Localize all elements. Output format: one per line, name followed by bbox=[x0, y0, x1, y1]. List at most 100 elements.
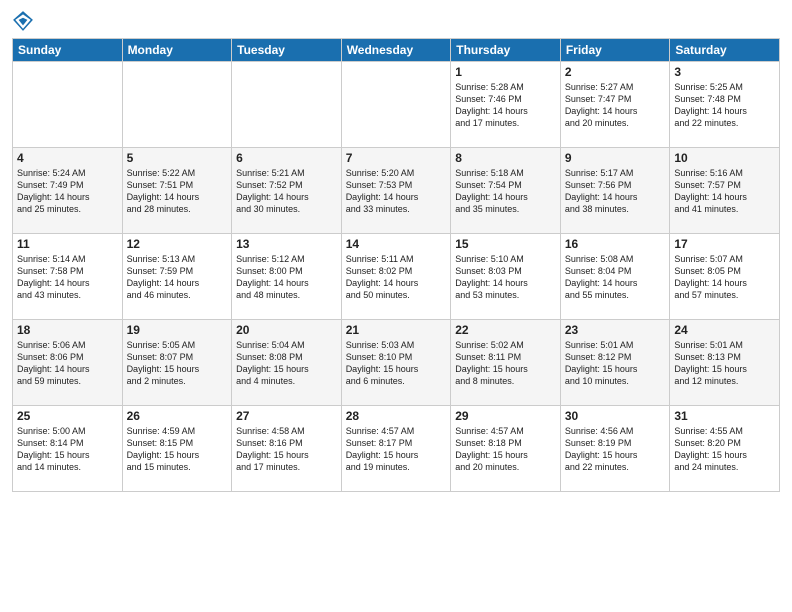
weekday-header-thursday: Thursday bbox=[451, 39, 561, 62]
calendar-body: 1 Sunrise: 5:28 AM Sunset: 7:46 PM Daylig… bbox=[13, 62, 780, 492]
day-number: 31 bbox=[674, 409, 775, 423]
day-info: Sunrise: 5:10 AM Sunset: 8:03 PM Dayligh… bbox=[455, 253, 556, 302]
day-info: Sunrise: 5:24 AM Sunset: 7:49 PM Dayligh… bbox=[17, 167, 118, 216]
calendar-cell: 7 Sunrise: 5:20 AM Sunset: 7:53 PM Daylig… bbox=[341, 148, 451, 234]
day-number: 11 bbox=[17, 237, 118, 251]
day-number: 13 bbox=[236, 237, 337, 251]
calendar-cell: 22 Sunrise: 5:02 AM Sunset: 8:11 PM Dayli… bbox=[451, 320, 561, 406]
day-number: 26 bbox=[127, 409, 228, 423]
day-number: 29 bbox=[455, 409, 556, 423]
calendar-cell: 15 Sunrise: 5:10 AM Sunset: 8:03 PM Dayli… bbox=[451, 234, 561, 320]
day-info: Sunrise: 4:58 AM Sunset: 8:16 PM Dayligh… bbox=[236, 425, 337, 474]
day-number: 2 bbox=[565, 65, 666, 79]
calendar-table: SundayMondayTuesdayWednesdayThursdayFrid… bbox=[12, 38, 780, 492]
day-number: 4 bbox=[17, 151, 118, 165]
day-number: 30 bbox=[565, 409, 666, 423]
page-container: SundayMondayTuesdayWednesdayThursdayFrid… bbox=[0, 0, 792, 612]
day-info: Sunrise: 5:17 AM Sunset: 7:56 PM Dayligh… bbox=[565, 167, 666, 216]
day-number: 3 bbox=[674, 65, 775, 79]
calendar-cell: 1 Sunrise: 5:28 AM Sunset: 7:46 PM Daylig… bbox=[451, 62, 561, 148]
calendar-cell bbox=[122, 62, 232, 148]
weekday-header-tuesday: Tuesday bbox=[232, 39, 342, 62]
calendar-cell: 26 Sunrise: 4:59 AM Sunset: 8:15 PM Dayli… bbox=[122, 406, 232, 492]
calendar-cell: 13Sunrise: 5:12 AM Sunset: 8:00 PM Dayli… bbox=[232, 234, 342, 320]
day-info: Sunrise: 5:11 AM Sunset: 8:02 PM Dayligh… bbox=[346, 253, 447, 302]
logo bbox=[12, 10, 36, 32]
calendar-cell: 3 Sunrise: 5:25 AM Sunset: 7:48 PM Daylig… bbox=[670, 62, 780, 148]
day-info: Sunrise: 5:28 AM Sunset: 7:46 PM Dayligh… bbox=[455, 81, 556, 130]
day-info: Sunrise: 5:20 AM Sunset: 7:53 PM Dayligh… bbox=[346, 167, 447, 216]
calendar-cell: 20 Sunrise: 5:04 AM Sunset: 8:08 PM Dayli… bbox=[232, 320, 342, 406]
calendar-cell: 9Sunrise: 5:17 AM Sunset: 7:56 PM Daylig… bbox=[560, 148, 670, 234]
day-info: Sunrise: 4:59 AM Sunset: 8:15 PM Dayligh… bbox=[127, 425, 228, 474]
day-info: Sunrise: 5:01 AM Sunset: 8:13 PM Dayligh… bbox=[674, 339, 775, 388]
calendar-cell: 19 Sunrise: 5:05 AM Sunset: 8:07 PM Dayli… bbox=[122, 320, 232, 406]
day-number: 24 bbox=[674, 323, 775, 337]
calendar-week-4: 18 Sunrise: 5:06 AM Sunset: 8:06 PM Dayli… bbox=[13, 320, 780, 406]
calendar-week-1: 1 Sunrise: 5:28 AM Sunset: 7:46 PM Daylig… bbox=[13, 62, 780, 148]
day-info: Sunrise: 5:14 AM Sunset: 7:58 PM Dayligh… bbox=[17, 253, 118, 302]
day-number: 14 bbox=[346, 237, 447, 251]
day-number: 7 bbox=[346, 151, 447, 165]
calendar-cell: 27Sunrise: 4:58 AM Sunset: 8:16 PM Dayli… bbox=[232, 406, 342, 492]
day-number: 28 bbox=[346, 409, 447, 423]
day-number: 18 bbox=[17, 323, 118, 337]
day-info: Sunrise: 5:16 AM Sunset: 7:57 PM Dayligh… bbox=[674, 167, 775, 216]
weekday-header-friday: Friday bbox=[560, 39, 670, 62]
weekday-header-saturday: Saturday bbox=[670, 39, 780, 62]
day-number: 10 bbox=[674, 151, 775, 165]
day-number: 20 bbox=[236, 323, 337, 337]
calendar-cell bbox=[232, 62, 342, 148]
day-info: Sunrise: 4:56 AM Sunset: 8:19 PM Dayligh… bbox=[565, 425, 666, 474]
calendar-cell: 11 Sunrise: 5:14 AM Sunset: 7:58 PM Dayli… bbox=[13, 234, 123, 320]
calendar-cell bbox=[341, 62, 451, 148]
day-number: 8 bbox=[455, 151, 556, 165]
logo-icon bbox=[12, 10, 34, 32]
calendar-cell: 10 Sunrise: 5:16 AM Sunset: 7:57 PM Dayli… bbox=[670, 148, 780, 234]
day-info: Sunrise: 5:08 AM Sunset: 8:04 PM Dayligh… bbox=[565, 253, 666, 302]
day-info: Sunrise: 5:13 AM Sunset: 7:59 PM Dayligh… bbox=[127, 253, 228, 302]
day-number: 19 bbox=[127, 323, 228, 337]
day-info: Sunrise: 5:07 AM Sunset: 8:05 PM Dayligh… bbox=[674, 253, 775, 302]
weekday-header-row: SundayMondayTuesdayWednesdayThursdayFrid… bbox=[13, 39, 780, 62]
weekday-header-sunday: Sunday bbox=[13, 39, 123, 62]
day-info: Sunrise: 5:01 AM Sunset: 8:12 PM Dayligh… bbox=[565, 339, 666, 388]
calendar-cell: 24 Sunrise: 5:01 AM Sunset: 8:13 PM Dayli… bbox=[670, 320, 780, 406]
day-number: 16 bbox=[565, 237, 666, 251]
weekday-header-monday: Monday bbox=[122, 39, 232, 62]
day-number: 6 bbox=[236, 151, 337, 165]
day-info: Sunrise: 5:06 AM Sunset: 8:06 PM Dayligh… bbox=[17, 339, 118, 388]
day-info: Sunrise: 4:57 AM Sunset: 8:18 PM Dayligh… bbox=[455, 425, 556, 474]
day-info: Sunrise: 5:00 AM Sunset: 8:14 PM Dayligh… bbox=[17, 425, 118, 474]
calendar-cell: 8 Sunrise: 5:18 AM Sunset: 7:54 PM Daylig… bbox=[451, 148, 561, 234]
calendar-cell: 30 Sunrise: 4:56 AM Sunset: 8:19 PM Dayli… bbox=[560, 406, 670, 492]
day-info: Sunrise: 5:21 AM Sunset: 7:52 PM Dayligh… bbox=[236, 167, 337, 216]
day-number: 1 bbox=[455, 65, 556, 79]
day-number: 25 bbox=[17, 409, 118, 423]
day-info: Sunrise: 5:05 AM Sunset: 8:07 PM Dayligh… bbox=[127, 339, 228, 388]
calendar-cell bbox=[13, 62, 123, 148]
day-number: 17 bbox=[674, 237, 775, 251]
day-number: 15 bbox=[455, 237, 556, 251]
calendar-week-2: 4 Sunrise: 5:24 AM Sunset: 7:49 PM Daylig… bbox=[13, 148, 780, 234]
day-info: Sunrise: 5:27 AM Sunset: 7:47 PM Dayligh… bbox=[565, 81, 666, 130]
calendar-cell: 2 Sunrise: 5:27 AM Sunset: 7:47 PM Daylig… bbox=[560, 62, 670, 148]
day-info: Sunrise: 4:55 AM Sunset: 8:20 PM Dayligh… bbox=[674, 425, 775, 474]
day-number: 22 bbox=[455, 323, 556, 337]
day-info: Sunrise: 5:02 AM Sunset: 8:11 PM Dayligh… bbox=[455, 339, 556, 388]
calendar-week-3: 11 Sunrise: 5:14 AM Sunset: 7:58 PM Dayli… bbox=[13, 234, 780, 320]
calendar-cell: 4 Sunrise: 5:24 AM Sunset: 7:49 PM Daylig… bbox=[13, 148, 123, 234]
day-info: Sunrise: 5:04 AM Sunset: 8:08 PM Dayligh… bbox=[236, 339, 337, 388]
calendar-cell: 28Sunrise: 4:57 AM Sunset: 8:17 PM Dayli… bbox=[341, 406, 451, 492]
day-number: 21 bbox=[346, 323, 447, 337]
calendar-cell: 5Sunrise: 5:22 AM Sunset: 7:51 PM Daylig… bbox=[122, 148, 232, 234]
calendar-cell: 16 Sunrise: 5:08 AM Sunset: 8:04 PM Dayli… bbox=[560, 234, 670, 320]
calendar-week-5: 25 Sunrise: 5:00 AM Sunset: 8:14 PM Dayli… bbox=[13, 406, 780, 492]
page-header bbox=[12, 10, 780, 32]
calendar-header: SundayMondayTuesdayWednesdayThursdayFrid… bbox=[13, 39, 780, 62]
calendar-cell: 17 Sunrise: 5:07 AM Sunset: 8:05 PM Dayli… bbox=[670, 234, 780, 320]
calendar-cell: 23Sunrise: 5:01 AM Sunset: 8:12 PM Dayli… bbox=[560, 320, 670, 406]
calendar-cell: 14 Sunrise: 5:11 AM Sunset: 8:02 PM Dayli… bbox=[341, 234, 451, 320]
day-info: Sunrise: 5:25 AM Sunset: 7:48 PM Dayligh… bbox=[674, 81, 775, 130]
day-info: Sunrise: 5:18 AM Sunset: 7:54 PM Dayligh… bbox=[455, 167, 556, 216]
